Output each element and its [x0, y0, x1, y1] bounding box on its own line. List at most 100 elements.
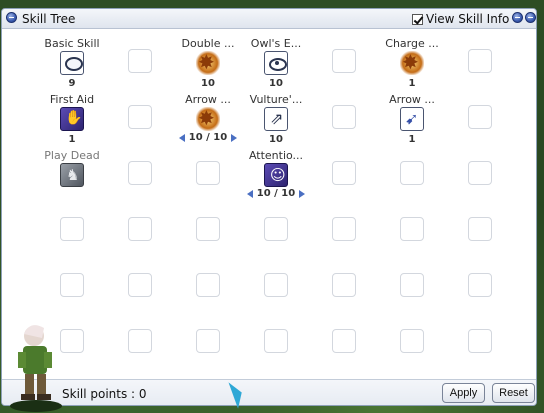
increase-level-icon[interactable]	[231, 133, 238, 142]
skill-name: Basic Skill	[44, 37, 100, 50]
empty-skill-slot	[446, 310, 514, 366]
hand-icon[interactable]	[60, 107, 84, 131]
skill-grid: Basic Skill9 Double ...10Owl's E...10 Char…	[2, 30, 536, 378]
decrease-level-icon[interactable]	[246, 189, 253, 198]
skill-tree-footer: Skill points : 0 Apply Reset	[2, 379, 536, 405]
slot-frame	[400, 161, 424, 185]
slot-frame	[332, 105, 356, 129]
slot-frame	[128, 217, 152, 241]
minimize-icon[interactable]	[6, 12, 17, 23]
eye-icon[interactable]	[264, 51, 288, 75]
skill-cell[interactable]: First Aid1	[38, 86, 106, 145]
empty-skill-slot	[242, 254, 310, 310]
skill-cell[interactable]: Double ...10	[174, 30, 242, 89]
slot-frame	[264, 329, 288, 353]
slot-frame	[332, 217, 356, 241]
title-bar[interactable]: Skill Tree View Skill Info	[2, 9, 536, 29]
slot-frame	[196, 329, 220, 353]
empty-skill-slot	[378, 198, 446, 254]
skill-name: Attentio...	[248, 149, 304, 162]
skill-name: Arrow ...	[185, 93, 231, 106]
bubble-icon[interactable]	[60, 51, 84, 75]
burst-icon[interactable]	[196, 106, 220, 131]
empty-skill-slot	[106, 142, 174, 198]
slot-frame	[196, 161, 220, 185]
slot-frame	[128, 49, 152, 73]
slot-frame	[128, 329, 152, 353]
slot-frame	[332, 49, 356, 73]
window-title: Skill Tree	[22, 12, 76, 26]
empty-skill-slot	[38, 254, 106, 310]
hawk-icon[interactable]	[264, 107, 288, 131]
view-skill-info-checkbox[interactable]	[412, 13, 423, 25]
slot-frame	[128, 105, 152, 129]
slot-frame	[468, 105, 492, 129]
empty-skill-slot	[378, 310, 446, 366]
skill-name: Arrow ...	[389, 93, 435, 106]
apply-button[interactable]: Apply	[442, 383, 485, 403]
slot-frame	[60, 273, 84, 297]
skill-cell[interactable]: Play Dead	[38, 142, 106, 198]
empty-skill-slot	[242, 310, 310, 366]
slot-frame	[332, 273, 356, 297]
skill-cell[interactable]: Basic Skill 9	[38, 30, 106, 89]
slot-frame	[468, 161, 492, 185]
empty-skill-slot	[310, 142, 378, 198]
empty-skill-slot	[106, 310, 174, 366]
empty-skill-slot	[174, 254, 242, 310]
empty-skill-slot	[174, 310, 242, 366]
empty-skill-slot	[106, 86, 174, 142]
attention-icon[interactable]	[264, 163, 288, 187]
empty-skill-slot	[310, 30, 378, 86]
slot-frame	[400, 329, 424, 353]
slot-frame	[400, 273, 424, 297]
skill-name: Play Dead	[44, 149, 100, 162]
skill-tree-window: Skill Tree View Skill Info Basic Skill 9 D…	[1, 8, 537, 406]
empty-skill-slot	[106, 254, 174, 310]
empty-skill-slot	[106, 30, 174, 86]
empty-skill-slot	[242, 198, 310, 254]
view-skill-info-toggle[interactable]: View Skill Info	[412, 11, 509, 27]
slot-frame	[468, 49, 492, 73]
burst-icon[interactable]	[400, 50, 424, 75]
burst-icon[interactable]	[196, 50, 220, 75]
collapse-icon[interactable]	[512, 12, 523, 23]
empty-skill-slot	[446, 30, 514, 86]
skill-cell[interactable]: Arrow ...10 / 10	[174, 86, 242, 143]
empty-skill-slot	[378, 254, 446, 310]
empty-skill-slot	[446, 142, 514, 198]
increase-level-icon[interactable]	[299, 189, 306, 198]
view-skill-info-label: View Skill Info	[426, 12, 510, 26]
empty-skill-slot	[446, 254, 514, 310]
decrease-level-icon[interactable]	[178, 133, 185, 142]
skill-name: Double ...	[181, 37, 235, 50]
skill-name: Charge ...	[385, 37, 439, 50]
slot-frame	[468, 329, 492, 353]
skill-cell[interactable]: Arrow ...1	[378, 86, 446, 145]
skill-name: Vulture'...	[249, 93, 303, 106]
slot-frame	[332, 161, 356, 185]
close-icon[interactable]	[525, 12, 536, 23]
empty-skill-slot	[174, 142, 242, 198]
slot-frame	[468, 273, 492, 297]
reset-button[interactable]: Reset	[492, 383, 535, 403]
slot-frame	[60, 217, 84, 241]
empty-skill-slot	[106, 198, 174, 254]
skill-name: First Aid	[49, 93, 95, 106]
skill-cell[interactable]: Vulture'...10	[242, 86, 310, 145]
empty-skill-slot	[446, 198, 514, 254]
empty-skill-slot	[310, 86, 378, 142]
empty-skill-slot	[310, 310, 378, 366]
skill-cell[interactable]: Attentio...10 / 10	[242, 142, 310, 199]
empty-skill-slot	[174, 198, 242, 254]
slot-frame	[128, 273, 152, 297]
empty-skill-slot	[378, 142, 446, 198]
slot-frame	[196, 217, 220, 241]
skill-name: Owl's E...	[250, 37, 302, 50]
character-sprite	[6, 318, 66, 413]
arrow-icon[interactable]	[400, 107, 424, 131]
play-dead-icon[interactable]	[60, 163, 84, 187]
skill-cell[interactable]: Charge ...1	[378, 30, 446, 89]
skill-cell[interactable]: Owl's E... 10	[242, 30, 310, 89]
slot-frame	[264, 273, 288, 297]
